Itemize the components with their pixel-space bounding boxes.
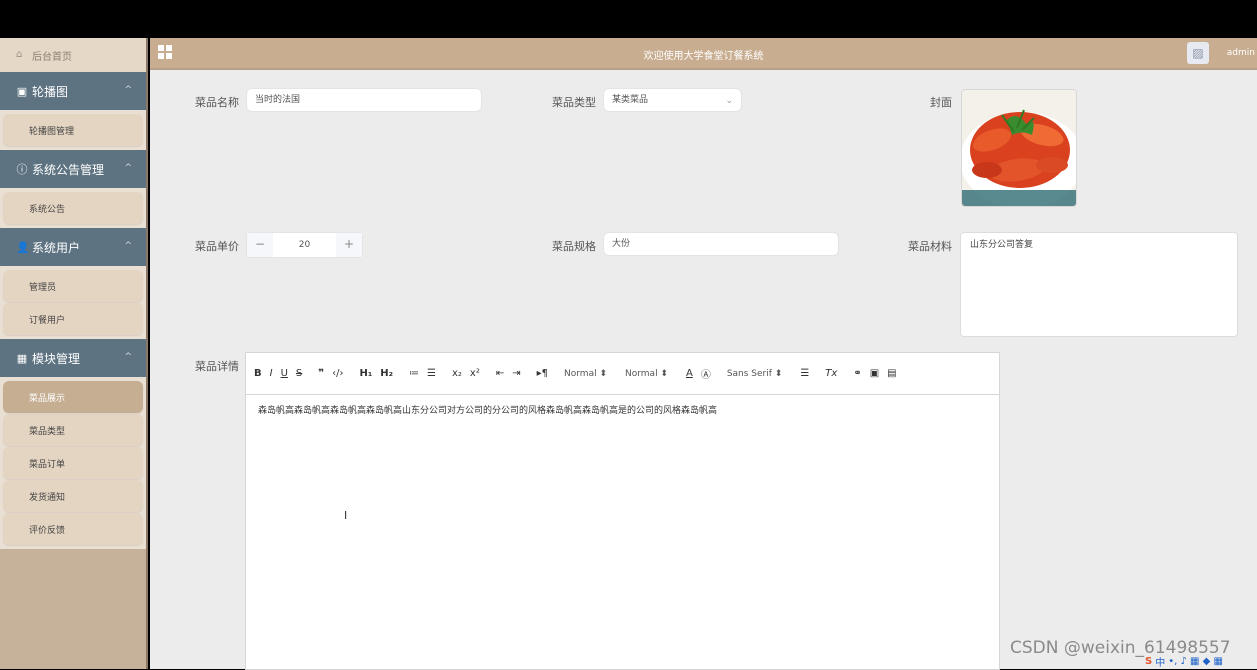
price-value[interactable]: 20 <box>273 233 336 257</box>
chevron-up-icon: ^ <box>124 241 132 251</box>
sidebar-home-label: 后台首页 <box>32 51 72 63</box>
group-label: 系统用户 <box>32 240 81 255</box>
group-label: 模块管理 <box>32 351 81 366</box>
username[interactable]: admin <box>1227 48 1255 58</box>
sidebar-group-announcement[interactable]: ⓘ 系统公告管理 ^ <box>0 150 146 188</box>
subscript-button[interactable]: x₂ <box>452 368 462 379</box>
grid-icon: ▦ <box>16 351 28 365</box>
h1-button[interactable]: H₁ <box>360 368 373 379</box>
quote-button[interactable]: ❞ <box>318 368 324 379</box>
dish-type-select[interactable]: 某类菜品 ⌄ <box>603 88 742 112</box>
cover-image[interactable] <box>961 89 1077 207</box>
font-select[interactable]: Sans Serif ⬍ <box>727 369 783 379</box>
bold-button[interactable]: B <box>254 368 262 379</box>
sidebar-item-dish-display[interactable]: 菜品展示 <box>3 381 143 413</box>
sidebar: ⌂ 后台首页 ▣ 轮播图 ^ 轮播图管理 ⓘ 系统公告管理 ^ 系统公告 👤 系… <box>0 38 148 669</box>
rich-text-editor[interactable]: B I U S ❞ ‹/› H₁ H₂ ≔ ☰ x₂ x² ⇤ ⇥ ▸¶ Nor… <box>245 352 1000 670</box>
editor-content[interactable]: 森岛帆高森岛帆高森岛帆高森岛帆高山东分公司对方公司的分公司的风格森岛帆高森岛帆高… <box>246 395 999 424</box>
sidebar-item-carousel-manage[interactable]: 轮播图管理 <box>3 114 143 146</box>
size-select[interactable]: Normal ⬍ <box>564 369 607 379</box>
dish-type-label: 菜品类型 <box>552 96 596 109</box>
italic-button[interactable]: I <box>270 368 273 379</box>
align-button[interactable]: ☰ <box>800 368 809 379</box>
material-textarea[interactable]: 山东分公司答复 <box>960 232 1238 337</box>
price-stepper[interactable]: − 20 + <box>246 232 363 258</box>
ordered-list-button[interactable]: ≔ <box>409 368 419 379</box>
sidebar-item-announcement[interactable]: 系统公告 <box>3 192 143 224</box>
page-title: 欢迎使用大学食堂订餐系统 <box>643 51 764 62</box>
decrease-button[interactable]: − <box>247 233 273 257</box>
bullet-list-button[interactable]: ☰ <box>427 368 436 379</box>
indent-button[interactable]: ⇥ <box>512 368 520 379</box>
form-area: 菜品名称 当时的法国 菜品类型 某类菜品 ⌄ 封面 菜品单价 − 20 + 菜品… <box>150 70 1257 670</box>
chevron-up-icon: ^ <box>124 85 132 95</box>
spec-label: 菜品规格 <box>552 240 596 253</box>
home-icon: ⌂ <box>16 49 23 60</box>
clear-format-button[interactable]: Tx <box>825 368 837 379</box>
superscript-button[interactable]: x² <box>470 368 480 379</box>
sidebar-item-admin[interactable]: 管理员 <box>3 270 143 302</box>
price-label: 菜品单价 <box>195 240 239 253</box>
increase-button[interactable]: + <box>336 233 362 257</box>
image-icon: ▣ <box>16 84 28 98</box>
text-cursor-icon: I <box>344 509 348 522</box>
h2-button[interactable]: H₂ <box>380 368 393 379</box>
cover-label: 封面 <box>930 96 952 109</box>
image-icon: ▨ <box>1192 46 1204 60</box>
system-tray: S 中 •, ♪ ▦ ◆ ▦ <box>1145 654 1257 669</box>
sidebar-item-dish-order[interactable]: 菜品订单 <box>3 447 143 479</box>
link-button[interactable]: ⚭ <box>853 368 861 379</box>
dish-type-value: 某类菜品 <box>612 95 649 105</box>
sidebar-item-order-users[interactable]: 订餐用户 <box>3 303 143 335</box>
editor-toolbar: B I U S ❞ ‹/› H₁ H₂ ≔ ☰ x₂ x² ⇤ ⇥ ▸¶ Nor… <box>246 353 999 395</box>
chevron-down-icon: ⌄ <box>725 96 733 106</box>
sidebar-group-users[interactable]: 👤 系统用户 ^ <box>0 228 146 266</box>
code-button[interactable]: ‹/› <box>332 368 343 379</box>
material-label: 菜品材料 <box>908 240 952 253</box>
info-icon: ⓘ <box>16 163 28 176</box>
text-direction-button[interactable]: ▸¶ <box>537 368 548 379</box>
video-button[interactable]: ▤ <box>887 368 896 379</box>
user-icon: 👤 <box>16 240 30 254</box>
chevron-up-icon: ^ <box>124 352 132 362</box>
sidebar-item-shipping-notice[interactable]: 发货通知 <box>3 480 143 512</box>
dish-name-label: 菜品名称 <box>195 96 239 109</box>
avatar[interactable]: ▨ <box>1187 42 1209 64</box>
group-label: 轮播图 <box>32 84 69 99</box>
text-color-button[interactable]: A <box>686 368 693 379</box>
tray-icons[interactable]: •, ♪ ▦ ◆ ▦ <box>1168 656 1223 667</box>
top-header: 欢迎使用大学食堂订餐系统 ▨ admin <box>150 38 1257 70</box>
sidebar-group-carousel[interactable]: ▣ 轮播图 ^ <box>0 72 146 110</box>
group-label: 系统公告管理 <box>32 162 105 177</box>
dish-name-input[interactable]: 当时的法国 <box>246 88 482 112</box>
outdent-button[interactable]: ⇤ <box>496 368 504 379</box>
underline-button[interactable]: U <box>281 368 288 379</box>
sidebar-home[interactable]: ⌂ 后台首页 <box>0 38 146 72</box>
background-color-button[interactable]: Ⓐ <box>701 366 711 381</box>
strike-button[interactable]: S <box>296 368 302 379</box>
header-select[interactable]: Normal ⬍ <box>625 369 668 379</box>
chevron-up-icon: ^ <box>124 163 132 173</box>
sidebar-item-dish-type[interactable]: 菜品类型 <box>3 414 143 446</box>
ime-icon[interactable]: S <box>1145 656 1152 667</box>
language-indicator[interactable]: 中 <box>1155 654 1165 669</box>
spec-input[interactable]: 大份 <box>603 232 839 256</box>
top-black-bar <box>0 0 1257 38</box>
image-button[interactable]: ▣ <box>870 368 879 379</box>
sidebar-group-modules[interactable]: ▦ 模块管理 ^ <box>0 339 146 377</box>
sidebar-item-feedback[interactable]: 评价反馈 <box>3 513 143 545</box>
detail-label: 菜品详情 <box>195 360 239 373</box>
